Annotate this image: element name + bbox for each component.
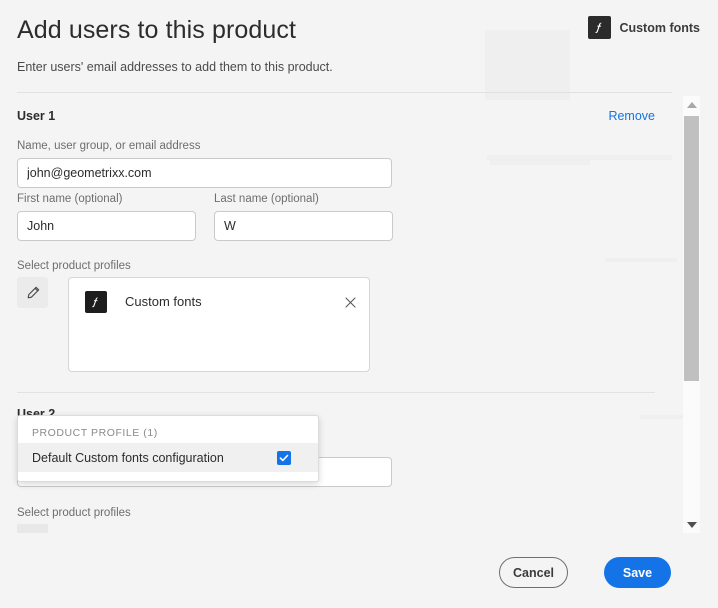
page-subtitle: Enter users' email addresses to add them… bbox=[17, 60, 333, 74]
remove-user-1-link[interactable]: Remove bbox=[608, 109, 655, 123]
scrollbar-thumb[interactable] bbox=[684, 116, 699, 381]
selected-product-row: Custom fonts bbox=[69, 278, 369, 325]
caret-down-icon[interactable] bbox=[683, 516, 700, 533]
page-header: Add users to this product Enter users' e… bbox=[0, 0, 718, 93]
user-1-email-label: Name, user group, or email address bbox=[17, 140, 201, 152]
profile-checkbox[interactable] bbox=[277, 450, 291, 465]
header-divider bbox=[17, 92, 672, 93]
dialog-footer: Cancel Save bbox=[0, 533, 718, 608]
user-1-first-name-label: First name (optional) bbox=[17, 193, 123, 205]
edit-profiles-button[interactable] bbox=[17, 277, 48, 308]
user-1-first-name-input[interactable] bbox=[17, 211, 196, 241]
user-1-heading: User 1 bbox=[17, 109, 56, 123]
selected-product-name: Custom fonts bbox=[125, 294, 202, 309]
save-button[interactable]: Save bbox=[604, 557, 671, 588]
pencil-icon bbox=[27, 286, 39, 298]
custom-fonts-f-icon bbox=[588, 16, 612, 39]
user-2-profiles-label: Select product profiles bbox=[17, 507, 131, 519]
user-1-last-name-label: Last name (optional) bbox=[214, 193, 319, 205]
dropdown-item-label: Default Custom fonts configuration bbox=[32, 450, 224, 465]
product-badge-label: Custom fonts bbox=[619, 20, 700, 35]
product-badge: Custom fonts bbox=[588, 16, 700, 39]
checkmark-icon bbox=[279, 454, 289, 461]
dropdown-group-title: PRODUCT PROFILE (1) bbox=[32, 427, 158, 439]
user-1-last-name-input[interactable] bbox=[214, 211, 393, 241]
custom-fonts-f-icon bbox=[85, 290, 107, 313]
user-section-divider bbox=[17, 392, 655, 393]
page-title: Add users to this product bbox=[17, 16, 297, 44]
caret-up-icon[interactable] bbox=[683, 96, 700, 113]
user-1-email-input[interactable] bbox=[17, 158, 392, 188]
product-profile-dropdown: PRODUCT PROFILE (1) Default Custom fonts… bbox=[17, 415, 319, 482]
user-1-profiles-label: Select product profiles bbox=[17, 260, 131, 272]
cancel-button[interactable]: Cancel bbox=[499, 557, 568, 588]
users-scroll-region: User 1 Remove Name, user group, or email… bbox=[0, 96, 682, 533]
selected-product-card: Custom fonts bbox=[68, 277, 370, 372]
user-1-profile-row: Custom fonts bbox=[17, 277, 417, 373]
dropdown-item-default-custom-fonts[interactable]: Default Custom fonts configuration bbox=[18, 443, 318, 472]
user-2-profile-placeholder bbox=[17, 524, 48, 533]
vertical-scrollbar[interactable] bbox=[683, 96, 700, 533]
close-icon[interactable] bbox=[341, 293, 359, 311]
